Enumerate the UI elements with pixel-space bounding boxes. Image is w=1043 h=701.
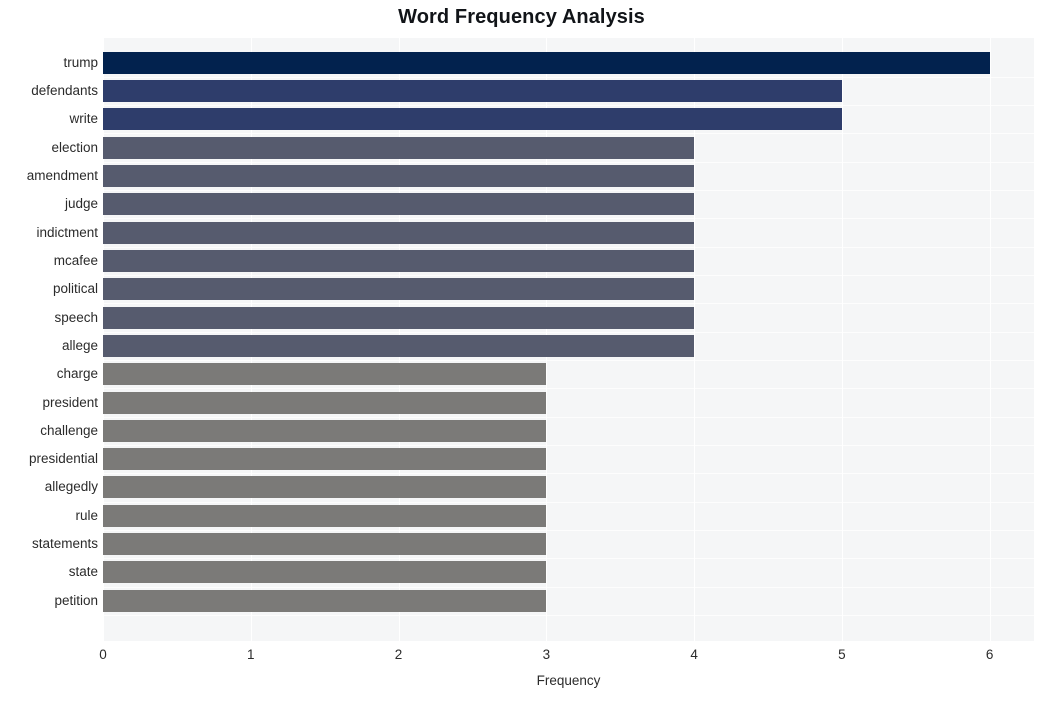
x-axis-tick-labels: 0 1 2 3 4 5 6 — [0, 641, 1043, 671]
gridline-horizontal-7 — [103, 275, 1034, 276]
bar-fill — [103, 420, 546, 442]
y-tick-label-speech: speech — [54, 310, 98, 325]
bar-mcafee — [103, 250, 694, 272]
y-tick-label-trump: trump — [63, 55, 98, 70]
bar-fill — [103, 108, 842, 130]
plot-area — [103, 38, 1034, 641]
gridline-vertical-6 — [989, 38, 991, 641]
gridline-horizontal-18 — [103, 587, 1034, 588]
bar-fill — [103, 250, 694, 272]
bar-charge — [103, 363, 546, 385]
y-tick-label-election: election — [51, 140, 98, 155]
bar-rule — [103, 505, 546, 527]
chart-figure: Word Frequency Analysis trump defendants w… — [0, 0, 1043, 701]
y-tick-label-state: state — [68, 564, 98, 579]
bar-fill — [103, 193, 694, 215]
gridline-horizontal-19 — [103, 615, 1034, 616]
y-tick-label-petition: petition — [54, 593, 98, 608]
bar-president — [103, 392, 546, 414]
y-tick-label-amendment: amendment — [26, 168, 98, 183]
bar-fill — [103, 392, 546, 414]
y-tick-label-charge: charge — [56, 366, 98, 381]
y-tick-label-statements: statements — [31, 536, 98, 551]
gridline-horizontal-17 — [103, 558, 1034, 559]
x-tick-label-0: 0 — [99, 647, 107, 662]
x-axis-label: Frequency — [536, 673, 601, 688]
bar-fill — [103, 363, 546, 385]
gridline-horizontal-8 — [103, 303, 1034, 304]
gridline-horizontal-1 — [103, 105, 1034, 106]
bar-indictment — [103, 222, 694, 244]
bar-fill — [103, 222, 694, 244]
bar-fill — [103, 335, 694, 357]
bar-fill — [103, 590, 546, 612]
bar-write — [103, 108, 842, 130]
bar-fill — [103, 533, 546, 555]
bar-fill — [103, 278, 694, 300]
y-axis-tick-labels: trump defendants write election amendment jud… — [0, 38, 98, 641]
x-tick-label-3: 3 — [542, 647, 551, 662]
bar-fill — [103, 307, 694, 329]
y-tick-label-defendants: defendants — [31, 83, 98, 98]
gridline-horizontal-5 — [103, 218, 1034, 219]
bar-fill — [103, 137, 694, 159]
bar-trump — [103, 52, 990, 74]
bar-state — [103, 561, 546, 583]
y-tick-label-allege: allege — [61, 338, 98, 353]
bar-fill — [103, 52, 990, 74]
y-tick-label-rule: rule — [75, 508, 98, 523]
y-tick-label-write: write — [69, 111, 98, 126]
bar-allegedly — [103, 476, 546, 498]
gridline-horizontal-14 — [103, 473, 1034, 474]
bar-fill — [103, 476, 546, 498]
bar-fill — [103, 448, 546, 470]
bar-statements — [103, 533, 546, 555]
bar-presidential — [103, 448, 546, 470]
bar-judge — [103, 193, 694, 215]
y-tick-label-judge: judge — [64, 196, 98, 211]
bar-petition — [103, 590, 546, 612]
y-tick-label-political: political — [52, 281, 98, 296]
page-title: Word Frequency Analysis — [398, 6, 645, 28]
y-tick-label-presidential: presidential — [28, 451, 98, 466]
gridline-horizontal-9 — [103, 332, 1034, 333]
bar-fill — [103, 505, 546, 527]
gridline-horizontal-13 — [103, 445, 1034, 446]
bar-speech — [103, 307, 694, 329]
x-tick-label-2: 2 — [394, 647, 403, 662]
x-tick-label-1: 1 — [247, 647, 255, 662]
bar-political — [103, 278, 694, 300]
gridline-horizontal-16 — [103, 530, 1034, 531]
x-tick-label-5: 5 — [838, 647, 846, 662]
gridline-horizontal-0 — [103, 77, 1034, 78]
bar-challenge — [103, 420, 546, 442]
bar-fill — [103, 80, 842, 102]
y-tick-label-president: president — [42, 395, 98, 410]
x-tick-label-4: 4 — [690, 647, 698, 662]
gridline-horizontal-6 — [103, 247, 1034, 248]
y-tick-label-mcafee: mcafee — [53, 253, 98, 268]
bar-allege — [103, 335, 694, 357]
gridline-horizontal-4 — [103, 190, 1034, 191]
bar-fill — [103, 561, 546, 583]
bar-amendment — [103, 165, 694, 187]
gridline-horizontal-12 — [103, 417, 1034, 418]
bar-fill — [103, 165, 694, 187]
bar-election — [103, 137, 694, 159]
bar-defendants — [103, 80, 842, 102]
gridline-horizontal-3 — [103, 162, 1034, 163]
gridline-horizontal-10 — [103, 360, 1034, 361]
y-tick-label-challenge: challenge — [40, 423, 98, 438]
gridline-horizontal-11 — [103, 388, 1034, 389]
gridline-horizontal-15 — [103, 502, 1034, 503]
y-tick-label-indictment: indictment — [36, 225, 98, 240]
gridline-horizontal-2 — [103, 133, 1034, 134]
gridline-vertical-5 — [841, 38, 843, 641]
y-tick-label-allegedly: allegedly — [44, 479, 98, 494]
x-tick-label-6: 6 — [985, 647, 994, 662]
